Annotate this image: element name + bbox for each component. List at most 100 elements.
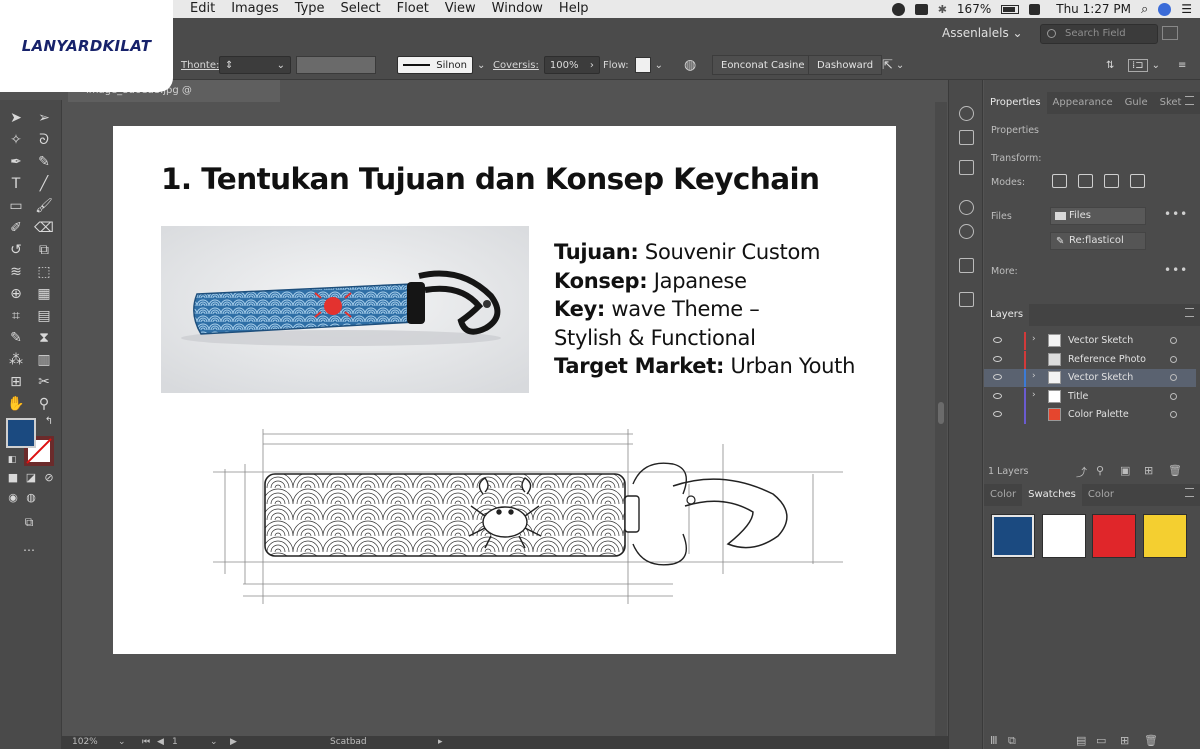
tab-appearance[interactable]: Appearance	[1047, 92, 1119, 114]
expand-arrow-icon[interactable]: ›	[1032, 390, 1036, 400]
layer-name[interactable]: Vector Sketch	[1068, 335, 1133, 346]
layer-name[interactable]: Reference Photo	[1068, 354, 1146, 365]
eraser-tool-icon[interactable]: ⌫	[33, 218, 55, 238]
type-tool-icon[interactable]: T	[5, 174, 27, 194]
locate-object-icon[interactable]: ⤴	[1076, 464, 1087, 480]
prev-artboard-icon[interactable]: ◀	[157, 737, 164, 747]
menu-images[interactable]: Images	[223, 0, 287, 18]
keychain-vector-sketch[interactable]	[113, 424, 896, 654]
canvas-area[interactable]: 1. Tentukan Tujuan dan Konsep Keychain T…	[68, 102, 948, 738]
layer-row[interactable]: Color Palette	[984, 406, 1196, 424]
selection-tool-icon[interactable]: ➤	[5, 108, 27, 128]
target-icon[interactable]	[1170, 392, 1177, 400]
control-center-icon[interactable]: ☰	[1181, 2, 1192, 16]
files-button[interactable]: Files	[1050, 207, 1146, 225]
scale-tool-icon[interactable]: ⧉	[33, 240, 55, 260]
transform-icon[interactable]: ⇱ ⌄	[882, 54, 904, 76]
next-artboard-icon[interactable]: ▶	[230, 737, 237, 747]
magic-wand-tool-icon[interactable]: ✧	[5, 130, 27, 150]
visibility-eye-icon[interactable]	[993, 374, 1002, 380]
battery-icon[interactable]	[1001, 4, 1020, 14]
swatch-options-icon[interactable]: ▤	[1076, 734, 1086, 747]
new-layer-icon[interactable]: ⊞	[1144, 464, 1153, 477]
canvas-vertical-scrollbar[interactable]	[935, 102, 947, 738]
tab-layers[interactable]: Layers	[984, 304, 1030, 326]
thonte-dropdown[interactable]: ⇕ ⌄	[219, 54, 291, 76]
perspective-grid-tool-icon[interactable]: ▦	[33, 284, 55, 304]
visibility-eye-icon[interactable]	[993, 337, 1002, 343]
visibility-eye-icon[interactable]	[993, 392, 1002, 399]
color-field[interactable]	[296, 54, 376, 76]
document-icon[interactable]	[959, 130, 974, 145]
pen-tool-icon[interactable]: ✒	[5, 152, 27, 172]
color-swatch[interactable]	[1092, 514, 1136, 558]
clock[interactable]: Thu 1:27 PM	[1056, 2, 1131, 16]
brushes-icon[interactable]	[959, 200, 974, 215]
tab-color[interactable]: Color	[984, 484, 1022, 506]
creative-cloud-icon[interactable]	[891, 2, 905, 16]
artboard-number[interactable]: 1	[172, 737, 178, 747]
swap-colors-icon[interactable]: ↰	[38, 412, 60, 432]
stroke-profile-dropdown[interactable]: Silnon ⌄	[397, 54, 485, 76]
more-options-icon[interactable]: •••	[1164, 263, 1188, 277]
mode-multiply-icon[interactable]	[1078, 174, 1093, 188]
menu-window[interactable]: Window	[484, 0, 551, 18]
eyedropper-tool-icon[interactable]: ✎	[5, 328, 27, 348]
bluetooth-icon[interactable]: ✱	[938, 3, 947, 16]
column-graph-tool-icon[interactable]: ▥	[33, 350, 55, 370]
mode-screen-icon[interactable]	[1104, 174, 1119, 188]
artboard[interactable]: 1. Tentukan Tujuan dan Konsep Keychain T…	[113, 126, 896, 654]
visibility-eye-icon[interactable]	[993, 355, 1002, 362]
direct-selection-tool-icon[interactable]: ➢	[33, 108, 55, 128]
panel-menu-icon[interactable]	[1185, 308, 1194, 317]
eonconat-button[interactable]: Eonconat Casine	[712, 54, 814, 76]
draw-behind-icon[interactable]: ◍	[20, 488, 42, 508]
slice-tool-icon[interactable]: ✂	[33, 372, 55, 392]
hand-tool-icon[interactable]: ✋	[5, 394, 27, 414]
default-colors-icon[interactable]: ◧	[1, 450, 23, 470]
color-guide-icon[interactable]	[959, 106, 974, 121]
line-tool-icon[interactable]: ╱	[33, 174, 55, 194]
free-transform-tool-icon[interactable]: ⬚	[33, 262, 55, 282]
gradient-tool-icon[interactable]: ▤	[33, 306, 55, 326]
delete-layer-icon[interactable]: 🗑	[1168, 464, 1182, 477]
mode-normal-icon[interactable]	[1052, 174, 1067, 188]
artboard-tool-icon[interactable]: ⊞	[5, 372, 27, 392]
chevron-down-icon[interactable]: ⌄	[118, 737, 126, 747]
app-badge-icon[interactable]	[914, 3, 928, 15]
swatch-kind-icon[interactable]: ⧉	[1008, 734, 1016, 748]
first-artboard-icon[interactable]: ⏮	[142, 737, 150, 747]
coversis-input[interactable]: 100% ›	[543, 56, 600, 74]
scroll-thumb[interactable]	[938, 402, 944, 424]
layer-name[interactable]: Vector Sketch	[1068, 372, 1133, 383]
reference-photo[interactable]	[161, 226, 529, 393]
expand-arrow-icon[interactable]: ›	[1032, 334, 1036, 344]
zoom-tool-icon[interactable]: ⚲	[33, 394, 55, 414]
rectangle-tool-icon[interactable]: ▭	[5, 196, 27, 216]
blend-tool-icon[interactable]: ⧗	[33, 328, 55, 348]
spotlight-icon[interactable]: ⌕	[1141, 2, 1148, 17]
layer-row[interactable]: › Vector Sketch	[984, 332, 1196, 350]
swatch-library-icon[interactable]: Ⅲ	[990, 734, 998, 747]
width-tool-icon[interactable]: ≋	[5, 262, 27, 282]
chevron-down-icon[interactable]: ⌄	[477, 60, 485, 71]
panel-menu-icon[interactable]	[1185, 96, 1194, 105]
menu-help[interactable]: Help	[551, 0, 597, 18]
paintbrush-tool-icon[interactable]: 🖌	[33, 196, 55, 216]
flow-swatch[interactable]	[634, 57, 651, 73]
layer-name[interactable]: Color Palette	[1068, 409, 1129, 420]
target-icon[interactable]	[1170, 374, 1177, 381]
menu-select[interactable]: Select	[333, 0, 389, 18]
clipping-mask-icon[interactable]: ⚲	[1096, 464, 1104, 477]
fill-color-swatch[interactable]	[6, 418, 36, 448]
menu-edit[interactable]: Edit	[182, 0, 223, 18]
layer-name[interactable]: Title	[1068, 391, 1088, 402]
menu-lines-icon[interactable]: ≡	[1178, 54, 1186, 76]
edit-toolbar-icon[interactable]: ⋯	[18, 540, 40, 560]
shape-builder-tool-icon[interactable]: ⊕	[5, 284, 27, 304]
lasso-tool-icon[interactable]: ᘐ	[33, 130, 55, 150]
dashoward-button[interactable]: Dashoward	[808, 54, 883, 76]
menu-floet[interactable]: Floet	[389, 0, 437, 18]
target-icon[interactable]	[1170, 355, 1177, 363]
curvature-tool-icon[interactable]: ✎	[33, 152, 55, 172]
